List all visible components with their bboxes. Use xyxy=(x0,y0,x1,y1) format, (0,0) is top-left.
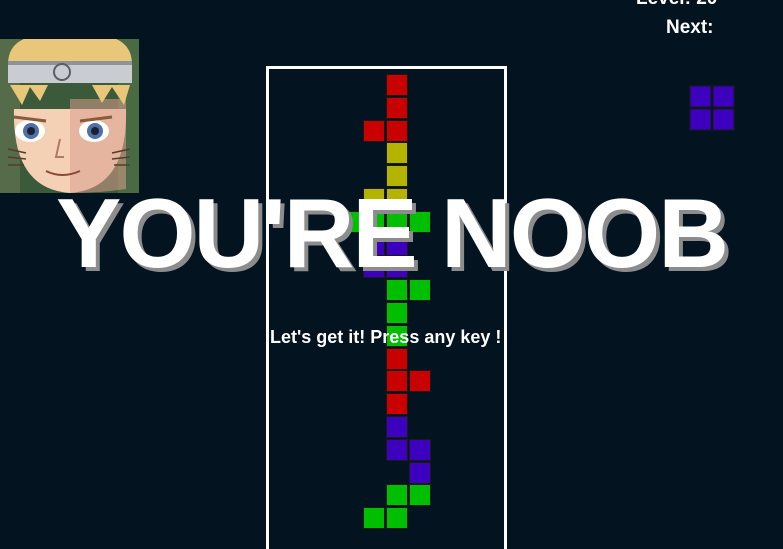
board-block xyxy=(409,439,431,461)
board-block xyxy=(409,370,431,392)
game-screen[interactable]: Level: 20 Next: YOU'RE NOOB Let's ge xyxy=(0,0,783,549)
board-block xyxy=(409,462,431,484)
board-block xyxy=(386,142,408,164)
board-block xyxy=(386,484,408,506)
board-block xyxy=(386,120,408,142)
board-block xyxy=(386,416,408,438)
board-block xyxy=(386,507,408,529)
board-block xyxy=(386,348,408,370)
board-block xyxy=(409,484,431,506)
board-block xyxy=(386,393,408,415)
board-block xyxy=(386,439,408,461)
board-block xyxy=(363,507,385,529)
board-block xyxy=(386,370,408,392)
board-block xyxy=(363,120,385,142)
board-block xyxy=(386,97,408,119)
board-block xyxy=(386,302,408,324)
press-key-prompt: Let's get it! Press any key ! xyxy=(270,327,502,347)
board-block xyxy=(386,74,408,96)
game-over-message: YOU'RE NOOB xyxy=(55,178,729,288)
